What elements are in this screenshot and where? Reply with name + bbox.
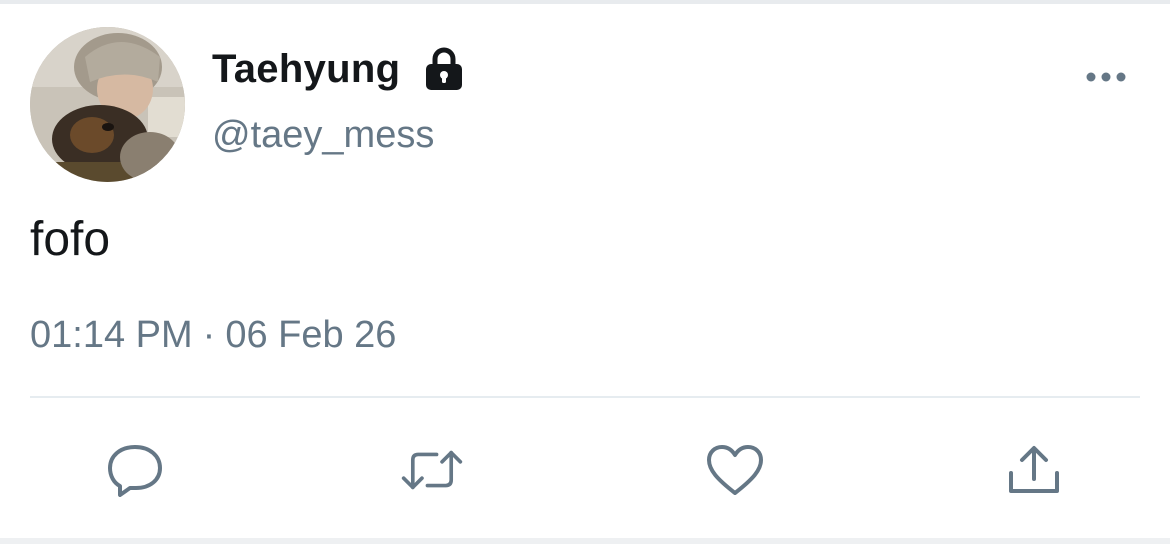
reply-button[interactable]	[103, 440, 167, 500]
reply-icon	[108, 445, 162, 497]
retweet-button[interactable]	[400, 440, 464, 500]
actions-divider	[30, 396, 1140, 398]
retweet-icon	[401, 450, 463, 490]
share-button[interactable]	[1002, 440, 1066, 500]
timestamp: 01:14 PM · 06 Feb 26	[30, 312, 396, 358]
user-handle[interactable]: @taey_mess	[212, 112, 434, 158]
more-horizontal-icon[interactable]	[1082, 62, 1130, 90]
lock-icon	[426, 47, 463, 90]
display-name[interactable]: Taehyung	[212, 44, 400, 94]
bottom-separator	[0, 538, 1170, 544]
like-button[interactable]	[703, 440, 767, 500]
tweet-text: fofo	[30, 213, 111, 266]
avatar[interactable]	[30, 27, 185, 182]
timestamp-separator: ·	[202, 314, 216, 356]
top-separator	[0, 0, 1170, 4]
author-row: Taehyung	[212, 44, 464, 94]
share-icon	[1009, 446, 1059, 493]
tweet-time: 01:14 PM	[30, 314, 193, 356]
heart-icon	[707, 445, 763, 495]
avatar-photo	[30, 27, 185, 182]
tweet-date: 06 Feb 26	[225, 314, 397, 356]
